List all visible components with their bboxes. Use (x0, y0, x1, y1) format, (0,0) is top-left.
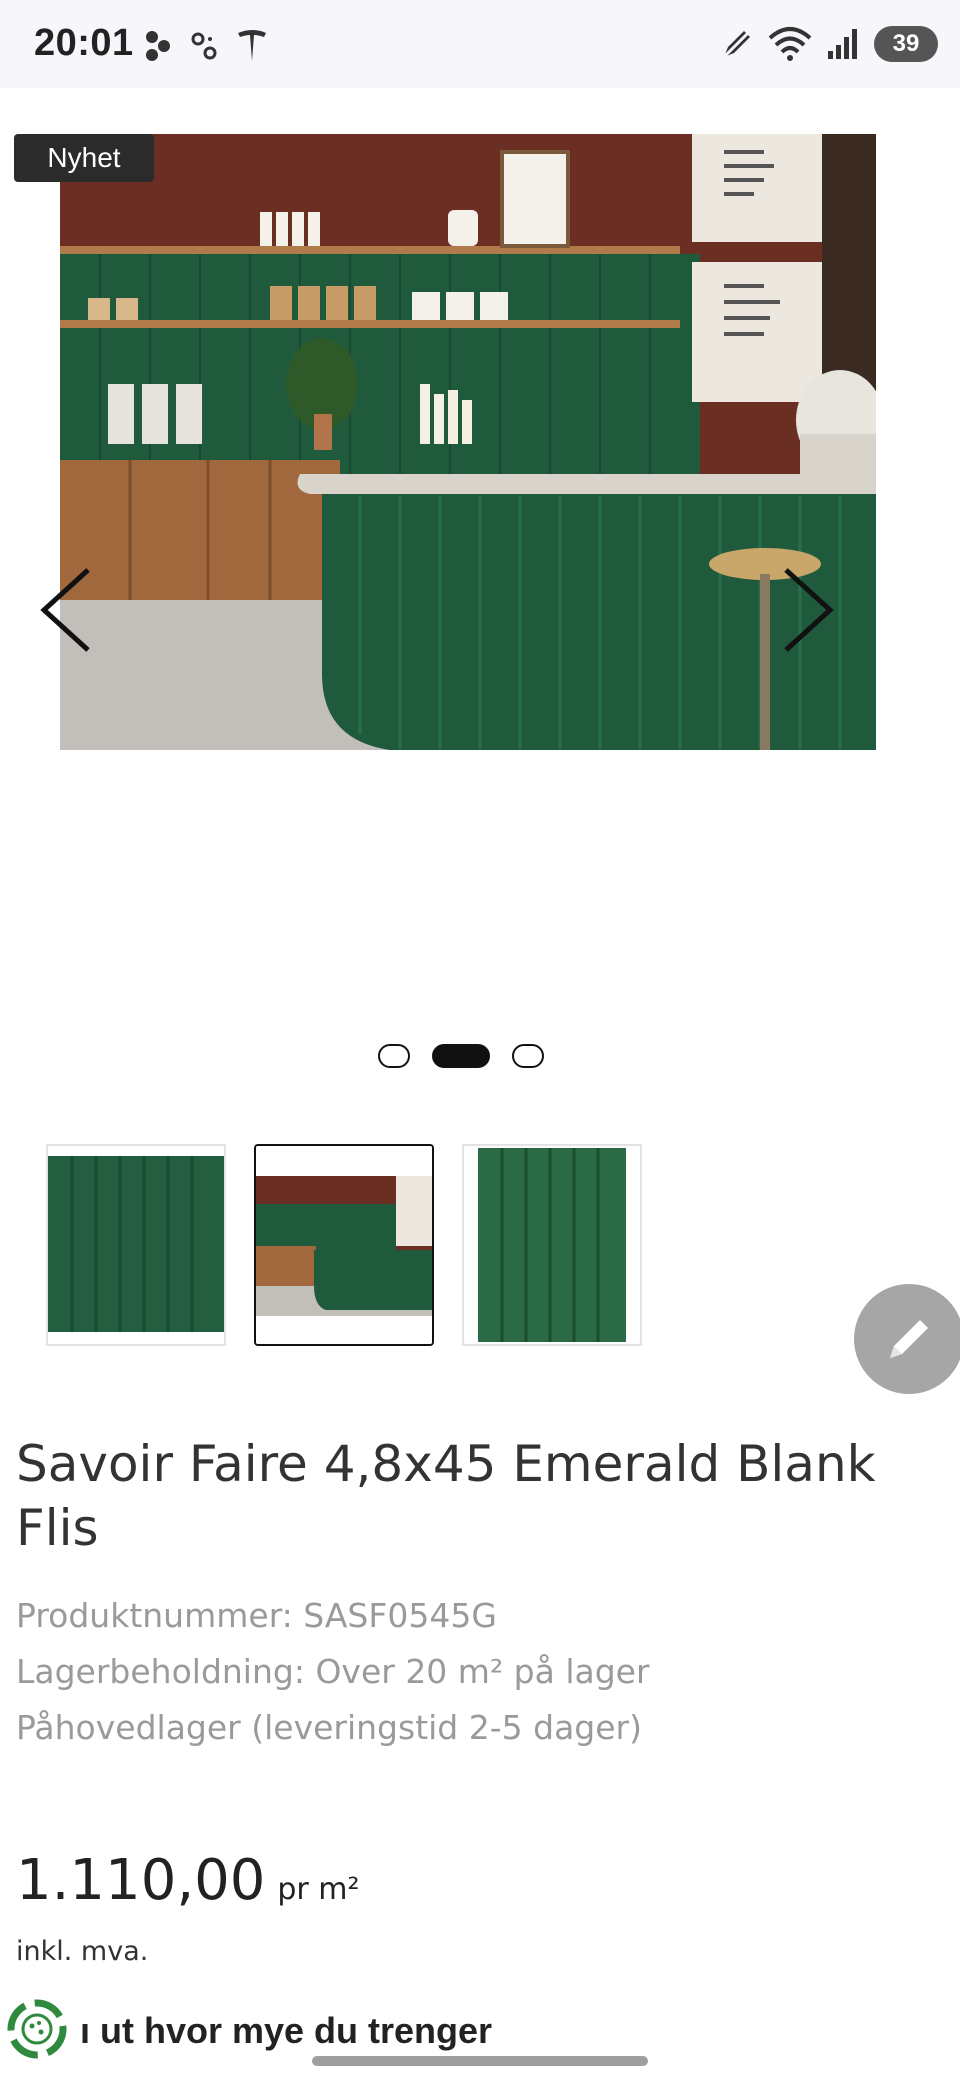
quantity-calculator-link[interactable]: ı ut hvor mye du trenger (80, 2010, 492, 2052)
cookie-settings-icon[interactable] (4, 1996, 70, 2062)
gallery-dot-2[interactable] (432, 1044, 490, 1068)
thumbnail-2[interactable] (254, 1144, 434, 1346)
warehouse-info: Påhovedlager (leveringstid 2-5 dager) (16, 1708, 642, 1747)
status-bar: 20:01 39 (0, 0, 960, 88)
home-indicator[interactable] (312, 2056, 648, 2066)
vat-note: inkl. mva. (16, 1936, 149, 1967)
tesla-icon (238, 30, 266, 61)
thumbnail-3[interactable] (462, 1144, 642, 1346)
chevron-left-icon[interactable] (38, 560, 98, 660)
status-time: 20:01 (34, 22, 134, 64)
gallery-dot-1[interactable] (378, 1044, 410, 1068)
pencil-icon (890, 1320, 928, 1358)
edit-button[interactable] (854, 1284, 960, 1394)
battery-icon: 39 (874, 26, 938, 62)
product-main-image[interactable] (60, 134, 876, 750)
signal-icon (828, 29, 857, 59)
pen-icon (720, 27, 754, 61)
dots-icon (191, 32, 217, 60)
fan-icon (146, 31, 170, 61)
product-number: Produktnummer: SASF0545G (16, 1596, 497, 1635)
price: 1.110,00 pr m² (16, 1848, 360, 1913)
wifi-icon (768, 27, 812, 61)
chevron-right-icon[interactable] (776, 560, 836, 660)
price-value: 1.110,00 (16, 1848, 266, 1913)
product-title: Savoir Faire 4,8x45 Emerald Blank Flis (16, 1435, 876, 1557)
product-info: Produktnummer: SASF0545G Lagerbeholdning… (16, 1588, 650, 1756)
stock-status: Lagerbeholdning: Over 20 m² på lager (16, 1652, 650, 1691)
price-unit: pr m² (277, 1872, 360, 1907)
gallery-dot-3[interactable] (512, 1044, 544, 1068)
new-badge: Nyhet (14, 134, 154, 182)
gallery-pagination (378, 1044, 544, 1068)
thumbnail-1[interactable] (46, 1144, 226, 1346)
